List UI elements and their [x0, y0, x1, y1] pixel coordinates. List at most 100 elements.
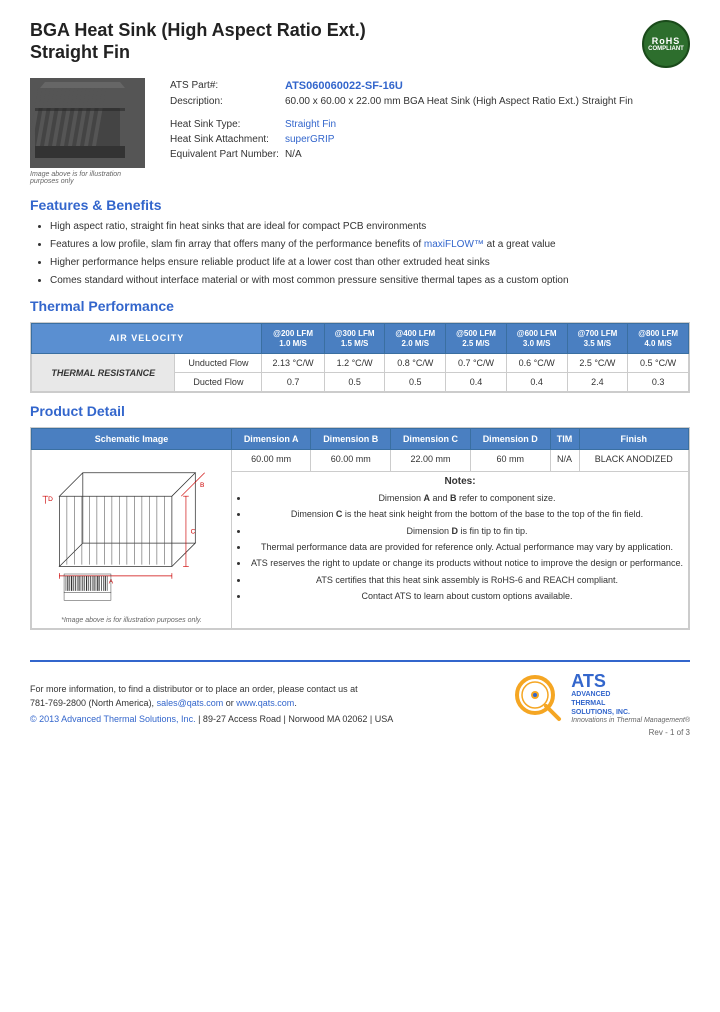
equiv-part-label: Equivalent Part Number: [170, 147, 285, 162]
heat-sink-image [30, 78, 145, 168]
thermal-title: Thermal Performance [30, 298, 690, 314]
attachment-label: Heat Sink Attachment: [170, 132, 285, 147]
heat-sink-type-label: Heat Sink Type: [170, 117, 285, 132]
notes-list: Dimension A and B refer to component siz… [235, 491, 685, 604]
ats-fullname: ADVANCED THERMAL SOLUTIONS, INC. [571, 690, 690, 717]
features-title: Features & Benefits [30, 197, 690, 213]
list-item: Contact ATS to learn about custom option… [249, 589, 685, 603]
description-label: Description: [170, 94, 285, 109]
footer-section: For more information, to find a distribu… [30, 660, 690, 724]
heat-sink-type-value: Straight Fin [285, 117, 639, 132]
footer-left: For more information, to find a distribu… [30, 682, 393, 725]
email-link[interactable]: sales@qats.com [157, 698, 224, 708]
notes-cell: Notes: Dimension A and B refer to compon… [232, 471, 689, 628]
unducted-val-4: 0.6 °C/W [506, 354, 567, 373]
thermal-table-wrapper: AIR VELOCITY @200 LFM 1.0 M/S @300 LFM 1… [30, 322, 690, 393]
ats-logo: ATS ADVANCED THERMAL SOLUTIONS, INC. Inn… [513, 672, 690, 724]
header-dim-c: Dimension C [391, 429, 471, 450]
footer-copyright: © 2013 Advanced Thermal Solutions, Inc. … [30, 714, 393, 724]
list-item: ATS reserves the right to update or chan… [249, 556, 685, 570]
ducted-val-5: 2.4 [567, 373, 628, 392]
list-item: Dimension A and B refer to component siz… [249, 491, 685, 505]
page-number: Rev - 1 of 3 [30, 728, 690, 737]
list-item: High aspect ratio, straight fin heat sin… [50, 219, 690, 234]
rohs-text: RoHS [652, 36, 681, 46]
ats-text-block: ATS ADVANCED THERMAL SOLUTIONS, INC. Inn… [571, 672, 690, 724]
svg-text:B: B [200, 482, 205, 489]
rohs-compliant: COMPLIANT [648, 46, 684, 52]
list-item: Comes standard without interface materia… [50, 273, 690, 288]
schematic-diagram: A B C [35, 454, 215, 614]
air-velocity-header: AIR VELOCITY [32, 324, 262, 354]
ducted-val-3: 0.4 [446, 373, 507, 392]
image-caption: Image above is for illustration purposes… [30, 171, 150, 185]
header-dim-b: Dimension B [311, 429, 391, 450]
title-block: BGA Heat Sink (High Aspect Ratio Ext.) S… [30, 20, 366, 63]
part-number-value: ATS060060022-SF-16U [285, 78, 639, 94]
schematic-cell: A B C [32, 450, 232, 629]
page-title: BGA Heat Sink (High Aspect Ratio Ext.) S… [30, 20, 366, 63]
rohs-badge: RoHS COMPLIANT [642, 20, 690, 68]
unducted-val-0: 2.13 °C/W [262, 354, 324, 373]
col-300lfm: @300 LFM 1.5 M/S [324, 324, 385, 354]
product-detail-table-wrapper: Schematic Image Dimension A Dimension B … [30, 427, 690, 630]
list-item: Dimension C is the heat sink height from… [249, 507, 685, 521]
col-700lfm: @700 LFM 3.5 M/S [567, 324, 628, 354]
footer-contact: For more information, to find a distribu… [30, 682, 393, 711]
unducted-val-2: 0.8 °C/W [385, 354, 446, 373]
list-item: Thermal performance data are provided fo… [249, 540, 685, 554]
col-600lfm: @600 LFM 3.0 M/S [506, 324, 567, 354]
ducted-val-0: 0.7 [262, 373, 324, 392]
tim-value: N/A [550, 450, 579, 472]
features-list: High aspect ratio, straight fin heat sin… [30, 219, 690, 288]
ducted-val-4: 0.4 [506, 373, 567, 392]
col-200lfm: @200 LFM 1.0 M/S [262, 324, 324, 354]
unducted-val-6: 0.5 °C/W [628, 354, 689, 373]
thermal-resistance-label: THERMAL RESISTANCE [32, 354, 175, 392]
ducted-flow-label: Ducted Flow [175, 373, 262, 392]
dim-a-value: 60.00 mm [232, 450, 311, 472]
list-item: Dimension D is fin tip to fin tip. [249, 524, 685, 538]
header-tim: TIM [550, 429, 579, 450]
dim-b-value: 60.00 mm [311, 450, 391, 472]
attachment-value: superGRIP [285, 132, 639, 147]
ats-brand-name: ATS [571, 672, 690, 690]
finish-value: BLACK ANODIZED [579, 450, 689, 472]
ats-tagline: Innovations in Thermal Management® [571, 717, 690, 724]
header-dim-d: Dimension D [470, 429, 550, 450]
svg-text:C: C [191, 529, 196, 536]
product-detail-table: Schematic Image Dimension A Dimension B … [31, 428, 689, 629]
svg-text:A: A [109, 579, 114, 586]
ducted-val-6: 0.3 [628, 373, 689, 392]
list-item: Higher performance helps ensure reliable… [50, 255, 690, 270]
product-info-section: Image above is for illustration purposes… [30, 78, 690, 185]
notes-title: Notes: [235, 476, 685, 487]
product-image-block: Image above is for illustration purposes… [30, 78, 150, 185]
header-dim-a: Dimension A [232, 429, 311, 450]
unducted-val-1: 1.2 °C/W [324, 354, 385, 373]
svg-text:D: D [48, 496, 53, 503]
ats-q-icon [513, 673, 563, 723]
dim-d-value: 60 mm [470, 450, 550, 472]
part-number-label: ATS Part#: [170, 78, 285, 94]
product-specs: ATS Part#: ATS060060022-SF-16U Descripti… [170, 78, 690, 185]
col-800lfm: @800 LFM 4.0 M/S [628, 324, 689, 354]
col-500lfm: @500 LFM 2.5 M/S [446, 324, 507, 354]
header-finish: Finish [579, 429, 689, 450]
list-item: ATS certifies that this heat sink assemb… [249, 573, 685, 587]
unducted-val-3: 0.7 °C/W [446, 354, 507, 373]
equiv-part-value: N/A [285, 147, 639, 162]
unducted-val-5: 2.5 °C/W [567, 354, 628, 373]
table-row: A B C [32, 450, 689, 472]
ducted-val-2: 0.5 [385, 373, 446, 392]
col-400lfm: @400 LFM 2.0 M/S [385, 324, 446, 354]
list-item: Features a low profile, slam fin array t… [50, 237, 690, 252]
spec-table: ATS Part#: ATS060060022-SF-16U Descripti… [170, 78, 639, 162]
header-schematic: Schematic Image [32, 429, 232, 450]
ducted-val-1: 0.5 [324, 373, 385, 392]
schematic-caption: *Image above is for illustration purpose… [35, 617, 228, 624]
description-value: 60.00 x 60.00 x 22.00 mm BGA Heat Sink (… [285, 94, 639, 109]
product-detail-title: Product Detail [30, 403, 690, 419]
unducted-flow-label: Unducted Flow [175, 354, 262, 373]
website-link[interactable]: www.qats.com [236, 698, 294, 708]
